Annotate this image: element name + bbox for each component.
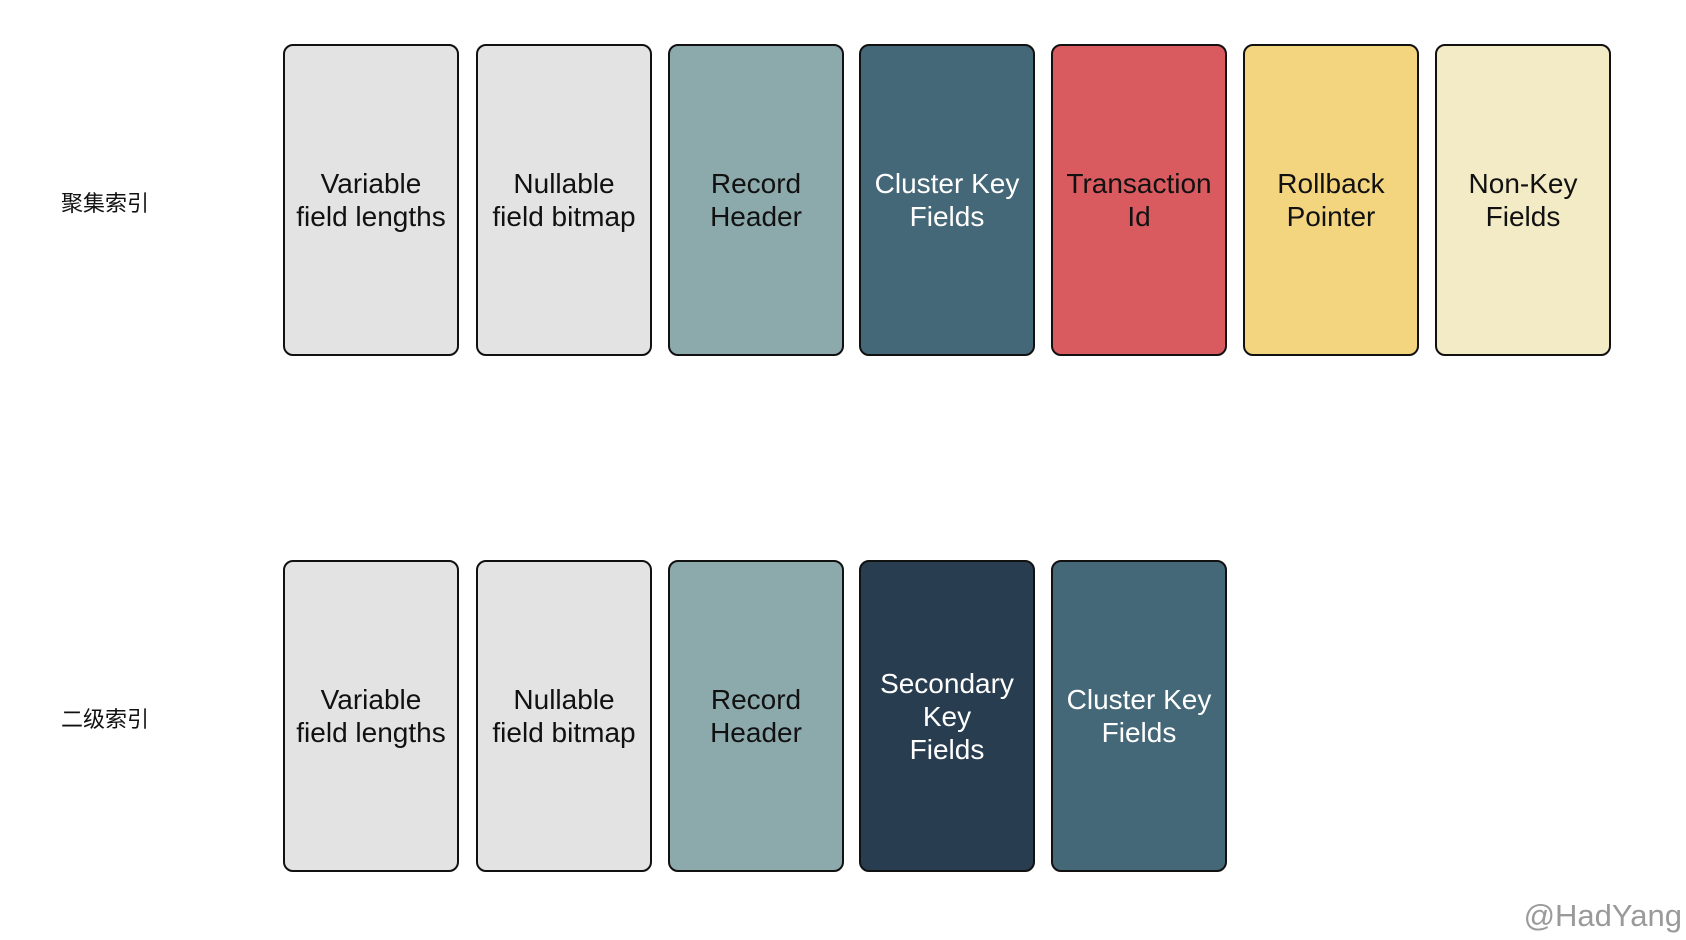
diagram-canvas: 聚集索引 Variable field lengths Nullable fiel… — [0, 0, 1686, 940]
clustered-index-record-row: Variable field lengths Nullable field bit… — [0, 44, 1686, 358]
field-box-record-header: Record Header — [668, 560, 844, 872]
field-box-nullable-field-bitmap: Nullable field bitmap — [476, 560, 652, 872]
field-box-nullable-field-bitmap: Nullable field bitmap — [476, 44, 652, 356]
field-label: Variable field lengths — [296, 168, 446, 232]
field-label: Nullable field bitmap — [492, 684, 636, 748]
field-box-transaction-id: Transaction Id — [1051, 44, 1227, 356]
field-label: Variable field lengths — [296, 684, 446, 748]
secondary-index-record-row: Variable field lengths Nullable field bit… — [0, 560, 1686, 874]
field-box-record-header: Record Header — [668, 44, 844, 356]
field-label: Rollback Pointer — [1277, 168, 1385, 232]
field-box-non-key-fields: Non-Key Fields — [1435, 44, 1611, 356]
field-label: Record Header — [710, 168, 802, 232]
field-box-rollback-pointer: Rollback Pointer — [1243, 44, 1419, 356]
field-box-cluster-key-fields: Cluster Key Fields — [859, 44, 1035, 356]
field-label: Transaction Id — [1066, 168, 1212, 232]
field-label: Record Header — [710, 684, 802, 748]
field-box-variable-field-lengths: Variable field lengths — [283, 560, 459, 872]
field-label: Secondary Key Fields — [880, 667, 1014, 765]
field-label: Nullable field bitmap — [492, 168, 636, 232]
field-box-variable-field-lengths: Variable field lengths — [283, 44, 459, 356]
field-box-cluster-key-fields: Cluster Key Fields — [1051, 560, 1227, 872]
field-label: Cluster Key Fields — [1066, 684, 1212, 748]
field-label: Cluster Key Fields — [874, 168, 1020, 232]
field-box-secondary-key-fields: Secondary Key Fields — [859, 560, 1035, 872]
field-label: Non-Key Fields — [1468, 168, 1578, 232]
author-watermark: @HadYang — [1523, 898, 1682, 933]
